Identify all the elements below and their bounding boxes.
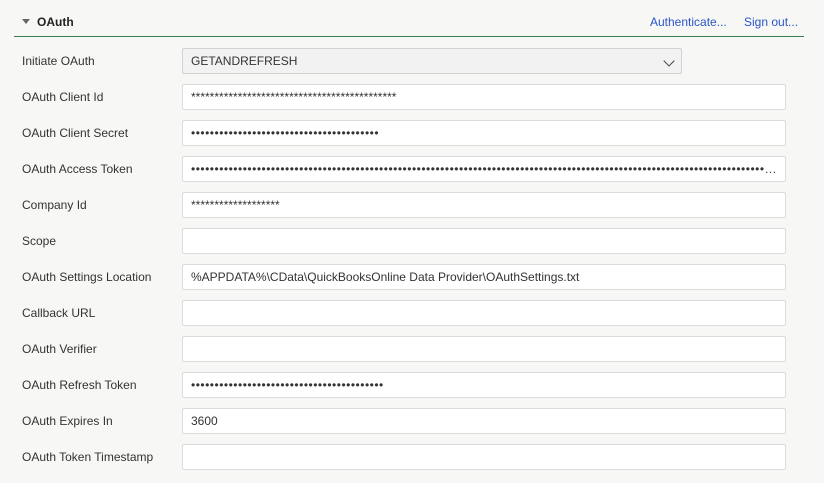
oauth-access-token-label: OAuth Access Token [22, 162, 133, 176]
oauth-client-secret-input[interactable]: •••••••••••••••••••••••••••••••••••••••• [182, 120, 786, 146]
oauth-section-header[interactable]: OAuth Authenticate... Sign out... [14, 0, 804, 37]
oauth-access-token-input[interactable]: ••••••••••••••••••••••••••••••••••••••••… [182, 156, 786, 182]
sign-out-link[interactable]: Sign out... [744, 15, 798, 29]
oauth-refresh-token-label: OAuth Refresh Token [22, 378, 137, 392]
authenticate-link[interactable]: Authenticate... [650, 15, 727, 29]
row-oauth-verifier: OAuth Verifier [0, 336, 824, 372]
scope-label: Scope [22, 234, 57, 248]
oauth-refresh-token-input[interactable]: ••••••••••••••••••••••••••••••••••••••••… [182, 372, 786, 398]
row-oauth-client-id: OAuth Client Id ************************… [0, 84, 824, 120]
row-oauth-access-token: OAuth Access Token •••••••••••••••••••••… [0, 156, 824, 192]
row-callback-url: Callback URL [0, 300, 824, 336]
row-oauth-settings-location: OAuth Settings Location %APPDATA%\CData\… [0, 264, 824, 300]
row-oauth-expires-in: OAuth Expires In 3600 [0, 408, 824, 444]
row-company-id: Company Id ******************* [0, 192, 824, 228]
row-oauth-token-timestamp: OAuth Token Timestamp [0, 444, 824, 480]
row-oauth-client-secret: OAuth Client Secret ••••••••••••••••••••… [0, 120, 824, 156]
company-id-input[interactable]: ******************* [182, 192, 786, 218]
oauth-settings-location-input[interactable]: %APPDATA%\CData\QuickBooksOnline Data Pr… [182, 264, 786, 290]
oauth-token-timestamp-input[interactable] [182, 444, 786, 470]
row-initiate-oauth: Initiate OAuth GETANDREFRESH [0, 48, 824, 84]
oauth-settings-location-label: OAuth Settings Location [22, 270, 152, 284]
collapse-caret-icon[interactable] [22, 19, 30, 24]
row-oauth-refresh-token: OAuth Refresh Token ••••••••••••••••••••… [0, 372, 824, 408]
oauth-verifier-input[interactable] [182, 336, 786, 362]
oauth-client-id-input[interactable]: ****************************************… [182, 84, 786, 110]
oauth-verifier-label: OAuth Verifier [22, 342, 97, 356]
oauth-client-id-label: OAuth Client Id [22, 90, 104, 104]
chevron-down-icon [663, 55, 675, 67]
initiate-oauth-select[interactable]: GETANDREFRESH [182, 48, 682, 74]
oauth-token-timestamp-label: OAuth Token Timestamp [22, 450, 154, 464]
initiate-oauth-label: Initiate OAuth [22, 54, 95, 68]
callback-url-label: Callback URL [22, 306, 96, 320]
company-id-label: Company Id [22, 198, 87, 212]
row-scope: Scope [0, 228, 824, 264]
oauth-expires-in-label: OAuth Expires In [22, 414, 113, 428]
oauth-expires-in-input[interactable]: 3600 [182, 408, 786, 434]
section-title: OAuth [37, 15, 74, 29]
callback-url-input[interactable] [182, 300, 786, 326]
initiate-oauth-value: GETANDREFRESH [191, 54, 298, 68]
scope-input[interactable] [182, 228, 786, 254]
oauth-client-secret-label: OAuth Client Secret [22, 126, 129, 140]
